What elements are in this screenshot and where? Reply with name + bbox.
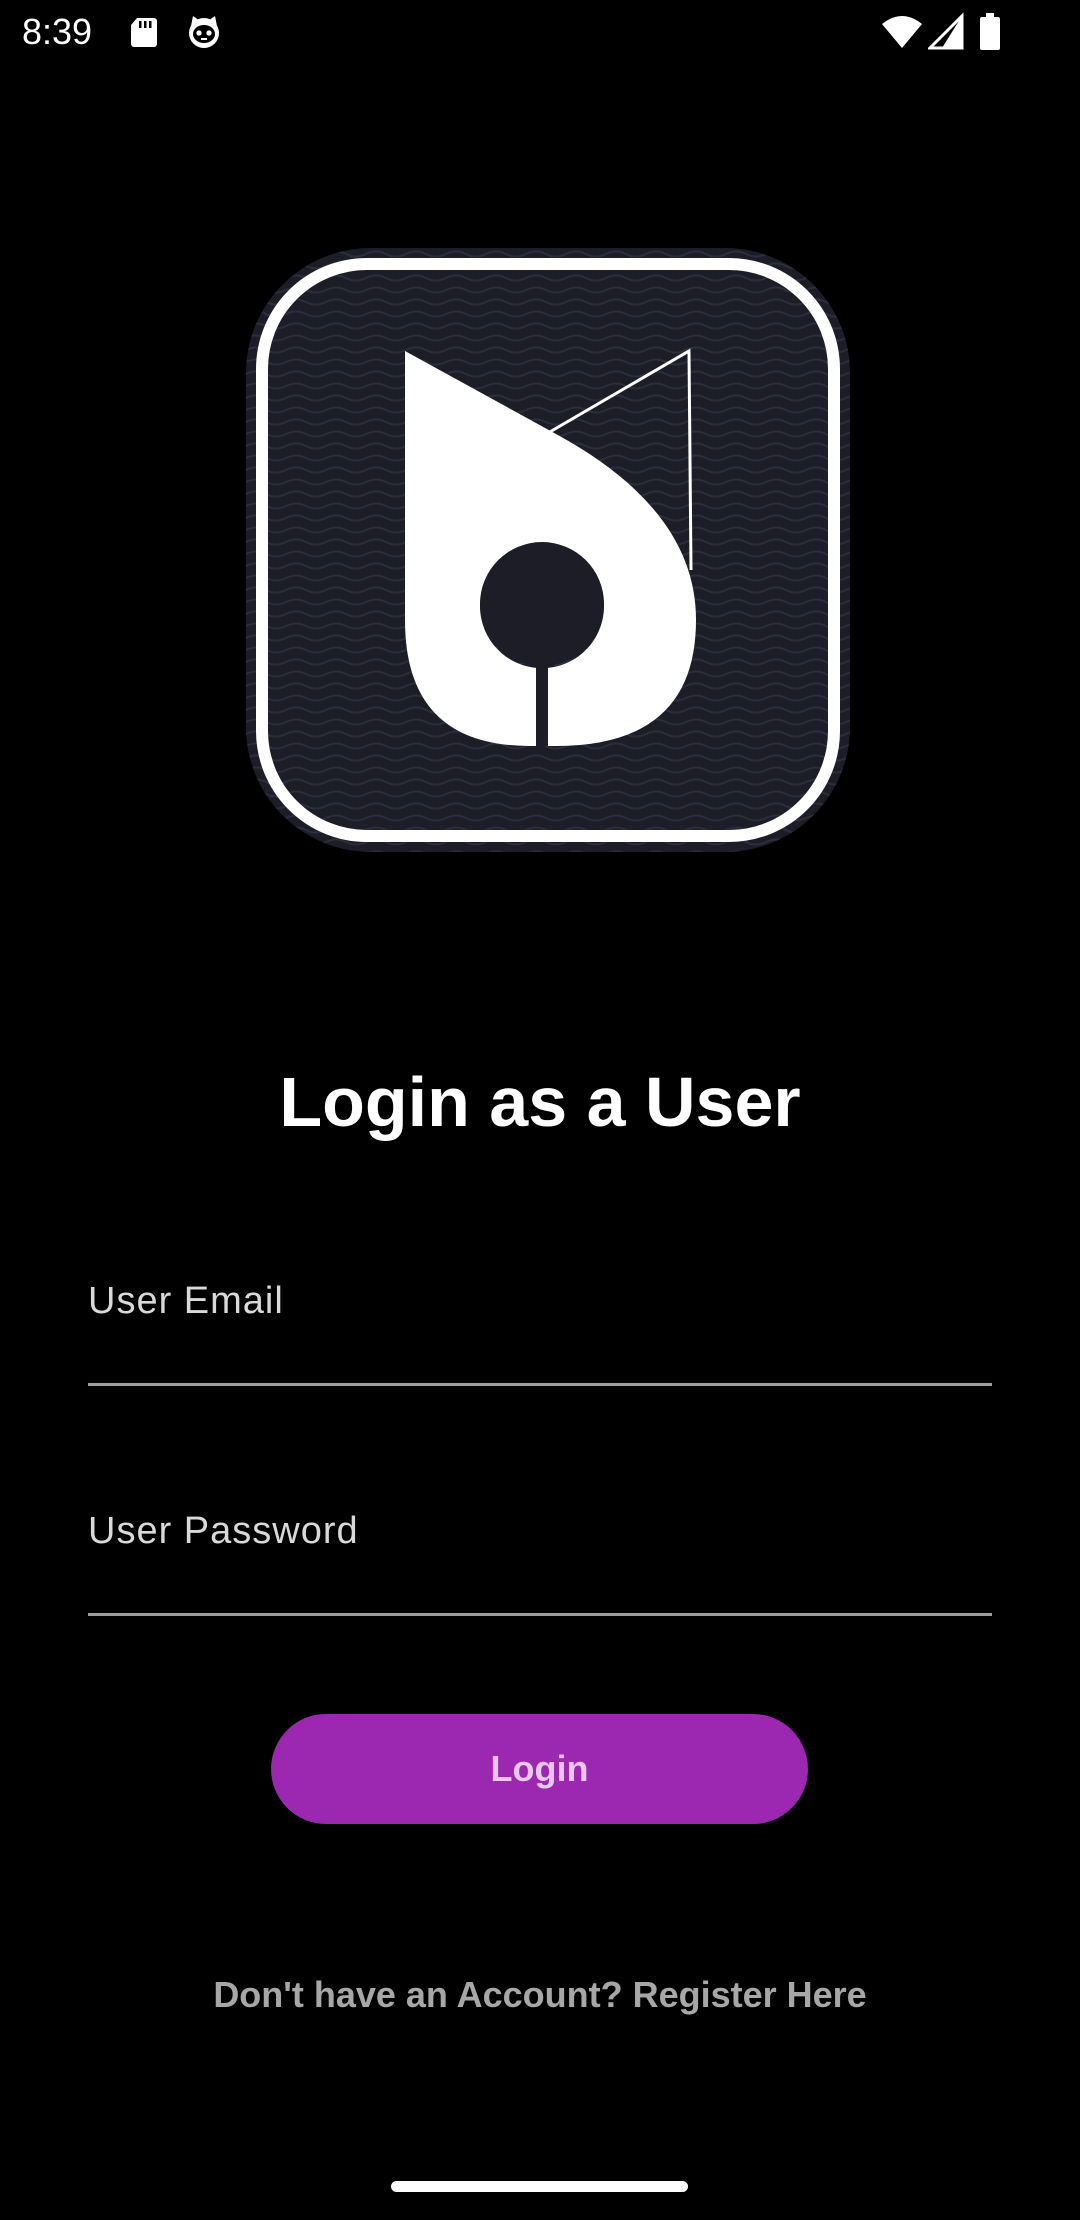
sd-card-icon bbox=[124, 12, 164, 52]
password-underline bbox=[88, 1613, 992, 1616]
status-time: 8:39 bbox=[22, 11, 93, 52]
gesture-navigation-bar[interactable] bbox=[391, 2181, 688, 2192]
email-underline bbox=[88, 1383, 992, 1386]
email-input[interactable] bbox=[88, 1327, 992, 1377]
status-bar: 8:39 bbox=[0, 0, 1080, 64]
email-field-label: User Email bbox=[88, 1280, 284, 1322]
cell-signal-icon bbox=[928, 12, 964, 52]
login-button[interactable]: Login bbox=[271, 1714, 808, 1824]
app-logo-icon bbox=[246, 248, 850, 852]
password-field[interactable]: User Password bbox=[88, 1505, 992, 1616]
page-title: Login as a User bbox=[279, 1063, 801, 1141]
wifi-icon bbox=[880, 12, 924, 52]
password-input[interactable] bbox=[88, 1557, 992, 1607]
battery-icon bbox=[978, 12, 1002, 52]
password-field-label: User Password bbox=[88, 1510, 359, 1552]
email-field[interactable]: User Email bbox=[88, 1275, 992, 1386]
cat-face-icon bbox=[184, 12, 224, 52]
register-link[interactable]: Don't have an Account? Register Here bbox=[0, 1970, 1080, 2020]
